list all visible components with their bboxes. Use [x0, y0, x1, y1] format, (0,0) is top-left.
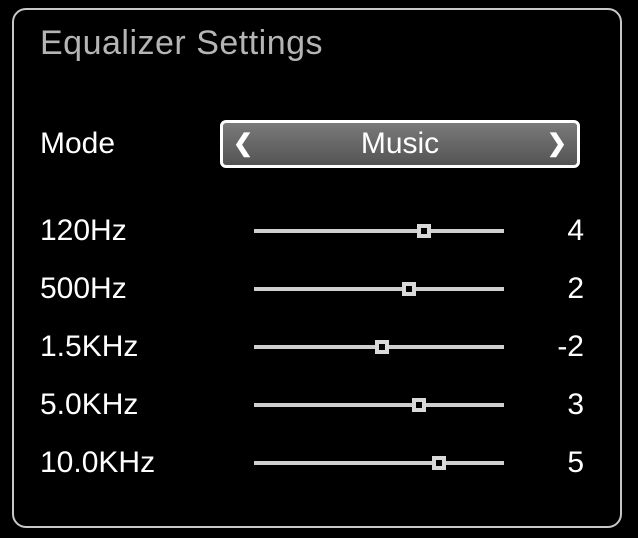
- band-label: 5.0KHz: [40, 388, 254, 422]
- band-slider[interactable]: [254, 269, 504, 309]
- band-value: 5: [504, 446, 588, 480]
- mode-row: Mode ❮ Music ❯: [40, 118, 598, 170]
- band-row: 120Hz 4: [40, 202, 598, 260]
- slider-thumb[interactable]: [432, 456, 446, 470]
- slider-thumb[interactable]: [402, 282, 416, 296]
- slider-thumb[interactable]: [375, 340, 389, 354]
- band-row: 5.0KHz 3: [40, 376, 598, 434]
- slider-track: [254, 403, 504, 407]
- band-slider[interactable]: [254, 443, 504, 483]
- equalizer-bands: 120Hz 4 500Hz 2 1.5KHz -2 5.0KHz: [40, 202, 598, 492]
- mode-prev-icon[interactable]: ❮: [229, 132, 257, 156]
- band-value: 4: [504, 214, 588, 248]
- band-label: 500Hz: [40, 272, 254, 306]
- band-row: 1.5KHz -2: [40, 318, 598, 376]
- mode-next-icon[interactable]: ❯: [543, 132, 571, 156]
- mode-label: Mode: [40, 127, 220, 161]
- slider-thumb[interactable]: [417, 224, 431, 238]
- band-value: 3: [504, 388, 588, 422]
- panel-title: Equalizer Settings: [40, 24, 323, 63]
- band-slider[interactable]: [254, 327, 504, 367]
- band-label: 10.0KHz: [40, 446, 254, 480]
- mode-selector[interactable]: ❮ Music ❯: [220, 120, 580, 168]
- band-label: 1.5KHz: [40, 330, 254, 364]
- band-row: 10.0KHz 5: [40, 434, 598, 492]
- band-slider[interactable]: [254, 211, 504, 251]
- slider-track: [254, 461, 504, 465]
- band-slider[interactable]: [254, 385, 504, 425]
- band-label: 120Hz: [40, 214, 254, 248]
- band-value: 2: [504, 272, 588, 306]
- equalizer-panel: Equalizer Settings Mode ❮ Music ❯ 120Hz …: [12, 8, 622, 528]
- slider-thumb[interactable]: [412, 398, 426, 412]
- band-row: 500Hz 2: [40, 260, 598, 318]
- band-value: -2: [504, 330, 588, 364]
- slider-track: [254, 229, 504, 233]
- mode-value: Music: [361, 127, 439, 161]
- slider-track: [254, 287, 504, 291]
